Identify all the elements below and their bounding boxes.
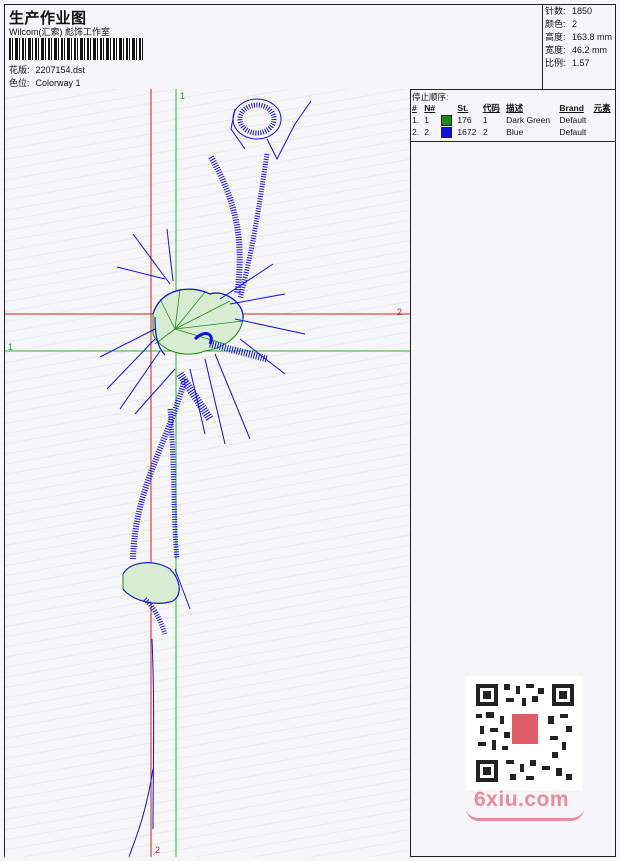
stat-stitches: 针数: 1850 bbox=[545, 6, 593, 16]
stat-height: 高度: 163.8 mm bbox=[545, 32, 613, 42]
watermark-swoosh bbox=[466, 808, 584, 821]
red-bottom-label: 2 bbox=[155, 845, 161, 855]
colorway-row: 色位: Colorway 1 bbox=[9, 76, 81, 89]
color-swatch-dark-green bbox=[440, 114, 452, 126]
design-canvas[interactable]: 1 2 1 2 bbox=[5, 89, 411, 857]
green-top-label: 1 bbox=[180, 91, 186, 101]
col-stitches: St. bbox=[457, 103, 469, 113]
stat-width: 宽度: 46.2 mm bbox=[545, 45, 608, 55]
barcode bbox=[9, 38, 143, 60]
qr-code bbox=[466, 676, 582, 790]
stop-sequence-panel: 停止顺序: # N# St. 代码 描述 Brand 元素 1. 1 176 1… bbox=[410, 89, 615, 142]
header: 生产作业图 Wilcom(汇索) 彪饰工作室 花版: 2207154.dst 色… bbox=[5, 5, 615, 90]
stat-colors: 颜色: 2 bbox=[545, 19, 578, 29]
colorway-label: 色位: bbox=[9, 78, 30, 88]
design-file: 2207154.dst bbox=[35, 65, 86, 75]
col-description: 描述 bbox=[506, 103, 524, 113]
red-right-label: 2 bbox=[397, 307, 403, 317]
stop-sequence-table: # N# St. 代码 描述 Brand 元素 1. 1 176 1 Dark … bbox=[410, 102, 615, 138]
bottom-bud bbox=[122, 562, 191, 635]
col-swatch bbox=[439, 102, 456, 114]
top-bud bbox=[230, 98, 312, 161]
design-stats: 针数: 1850 颜色: 2 高度: 163.8 mm 宽度: 46.2 mm 比例: 1… bbox=[542, 5, 616, 89]
colorway-value: Colorway 1 bbox=[35, 78, 81, 88]
design-label: 花版: bbox=[9, 65, 30, 75]
table-row[interactable]: 1. 1 176 1 Dark Green Default bbox=[410, 114, 615, 126]
col-element: 元素 bbox=[593, 103, 611, 113]
green-left-label: 1 bbox=[8, 342, 14, 352]
col-code: 代码 bbox=[482, 103, 500, 113]
color-swatch-blue bbox=[440, 126, 452, 138]
table-header: # N# St. 代码 描述 Brand 元素 bbox=[410, 102, 615, 114]
col-brand: Brand bbox=[559, 103, 584, 113]
seal-stamp bbox=[512, 714, 538, 744]
design-row: 花版: 2207154.dst bbox=[9, 63, 85, 76]
central-flower bbox=[99, 228, 306, 445]
company-name: Wilcom(汇索) 彪饰工作室 bbox=[9, 27, 110, 37]
embroidery-drawing bbox=[5, 89, 410, 857]
col-index: # bbox=[412, 103, 417, 113]
stat-scale: 比例: 1.57 bbox=[545, 58, 590, 68]
col-n: N# bbox=[424, 103, 436, 113]
table-row[interactable]: 2. 2 1672 2 Blue Default bbox=[410, 126, 615, 138]
stem-stitches bbox=[128, 153, 270, 857]
